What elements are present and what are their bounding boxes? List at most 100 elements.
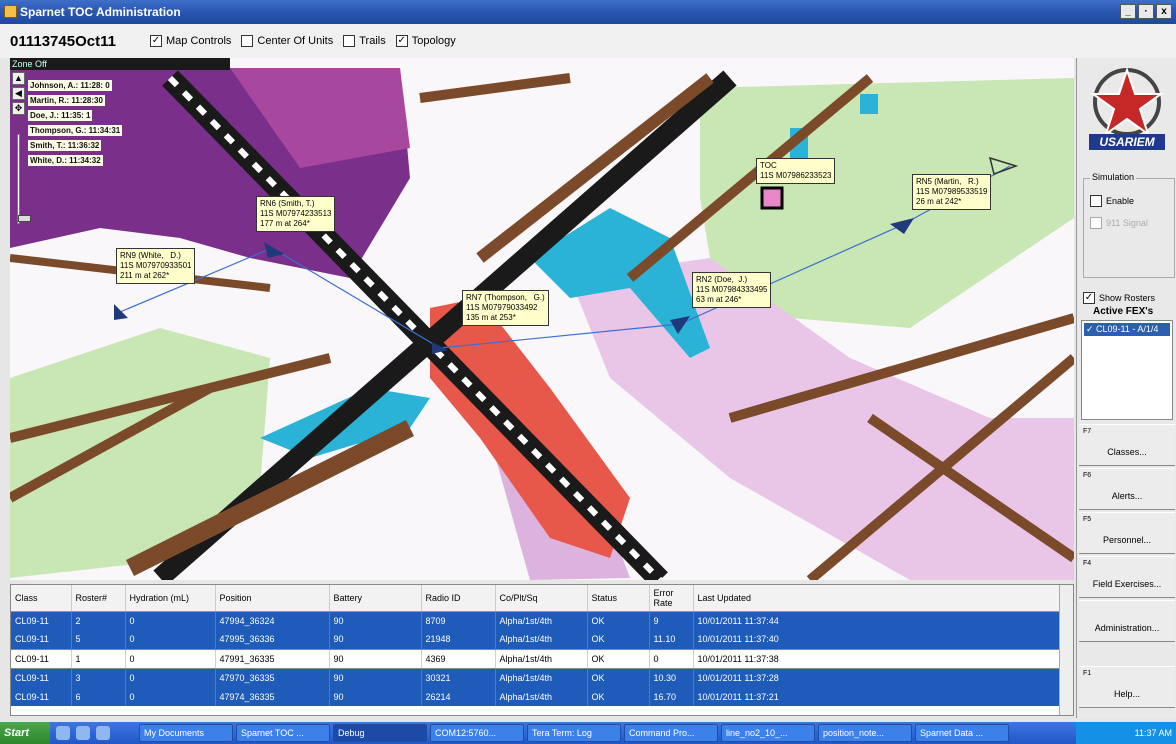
folder-icon[interactable]	[96, 726, 110, 740]
checkbox-box[interactable]	[343, 35, 356, 47]
close-button[interactable]: x	[1156, 4, 1172, 19]
column-header[interactable]: Battery	[329, 585, 422, 612]
roster-entry[interactable]: Doe, J.: 11:35: 1	[28, 110, 93, 121]
button-label: Alerts...	[1111, 491, 1143, 501]
table-cell: 6	[71, 687, 126, 706]
table-row[interactable]: CL09-11 1 0 47991_36335 90 4369 Alpha/1st/4th O…	[11, 648, 1062, 669]
table-cell: CL09-11	[11, 630, 72, 649]
column-header[interactable]: Class	[11, 585, 72, 612]
column-header[interactable]: Last Updated	[693, 585, 1062, 612]
minimize-button[interactable]: _	[1120, 4, 1136, 19]
column-header[interactable]: Status	[587, 585, 650, 612]
table-cell: 0	[125, 648, 216, 669]
task-button[interactable]: Debug	[333, 724, 427, 742]
roster-entry[interactable]: White, D.: 11:34:32	[28, 155, 103, 166]
task-label: COM12:5760...	[435, 728, 497, 738]
field-exercises-button[interactable]: F4 Field Exercises...	[1079, 556, 1175, 598]
table-cell: 11.10	[649, 630, 694, 649]
pan-left-icon[interactable]: ◀	[12, 87, 25, 100]
task-button[interactable]: Command Pro...	[624, 724, 718, 742]
toc-marker[interactable]	[760, 186, 784, 210]
table-cell: 1	[71, 648, 126, 669]
fex-list-item[interactable]: ✓ CL09-11 - A/1/4	[1084, 323, 1170, 336]
tooltip-line: RN7 (Thompson, G.)	[466, 293, 545, 302]
checkbox-box[interactable]	[1090, 195, 1102, 207]
function-key-label: F6	[1083, 472, 1092, 479]
roster-entry[interactable]: Thompson, G.: 11:34:31	[28, 125, 123, 136]
table-row[interactable]: CL09-11 6 0 47974_36335 90 26214 Alpha/1st/4th…	[11, 687, 1062, 706]
firefox-icon[interactable]	[76, 726, 90, 740]
maximize-button[interactable]: ·	[1138, 4, 1154, 19]
column-header[interactable]: Radio ID	[421, 585, 496, 612]
button-label: Personnel...	[1102, 535, 1152, 545]
checkbox-box[interactable]: ✓	[395, 35, 408, 47]
column-header[interactable]: Co/Plt/Sq	[495, 585, 588, 612]
table-row[interactable]: CL09-11 2 0 47994_36324 90 8709 Alpha/1st/4th O…	[11, 611, 1062, 630]
table-cell: 10/01/2011 11:37:28	[693, 668, 1062, 687]
checkbox-box[interactable]: ✓	[150, 35, 162, 47]
show-rosters-checkbox[interactable]: ✓ Show Rosters	[1083, 292, 1155, 304]
task-label: Command Pro...	[629, 728, 695, 738]
road	[419, 73, 571, 103]
checkbox-box[interactable]	[241, 35, 254, 47]
roster-entry[interactable]: Martin, R.: 11:28:30	[28, 95, 105, 106]
table-cell: 0	[649, 648, 694, 669]
table-row[interactable]: CL09-11 5 0 47995_36336 90 21948 Alpha/1st/4th…	[11, 630, 1062, 649]
checkbox-box[interactable]: ✓	[1083, 292, 1095, 304]
table-cell: Alpha/1st/4th	[495, 611, 588, 630]
column-header[interactable]: Position	[215, 585, 330, 612]
checkbox-label: Enable	[1106, 196, 1135, 206]
tooltip-line: RN5 (Martin, R.)	[916, 177, 979, 186]
ie-icon[interactable]	[56, 726, 70, 740]
table-row[interactable]: CL09-11 3 0 47970_36335 90 30321 Alpha/1st/4th…	[11, 668, 1062, 687]
zoom-slider-thumb[interactable]	[18, 215, 31, 222]
active-fex-list[interactable]: ✓ CL09-11 - A/1/4	[1081, 320, 1173, 420]
alerts-button[interactable]: F6 Alerts...	[1079, 468, 1175, 510]
task-button[interactable]: Sparnet TOC ...	[236, 724, 330, 742]
active-fex-title: Active FEX's	[1093, 306, 1154, 317]
task-button[interactable]: position_note...	[818, 724, 912, 742]
center-of-units-checkbox[interactable]: Center Of Units	[241, 35, 333, 47]
pan-all-icon[interactable]: ✥	[12, 102, 25, 115]
tooltip-line: TOC	[760, 161, 777, 170]
task-button[interactable]: Tera Term: Log	[527, 724, 621, 742]
window-controls: _ · x	[1120, 4, 1172, 19]
enable-checkbox[interactable]: Enable	[1090, 195, 1134, 207]
column-header[interactable]: Hydration (mL)	[125, 585, 216, 612]
zoom-slider-track[interactable]	[17, 134, 31, 224]
roster-entry[interactable]: Smith, T.: 11:36:32	[28, 140, 102, 151]
table-cell: 90	[329, 687, 422, 706]
task-button[interactable]: line_no2_10_...	[721, 724, 815, 742]
clock[interactable]: 11:37 AM	[1135, 728, 1172, 738]
toolbar: 01113745Oct11 ✓ Map Controls Center Of Un…	[0, 24, 1176, 58]
column-header[interactable]: Roster#	[71, 585, 126, 612]
tooltip-line: 177 m at 264*	[260, 219, 310, 228]
table-cell: OK	[587, 611, 650, 630]
table-scrollbar[interactable]	[1059, 585, 1073, 715]
pan-up-icon[interactable]: ▲	[12, 72, 25, 85]
task-label: position_note...	[823, 728, 885, 738]
topology-checkbox[interactable]: ✓ Topology	[395, 35, 456, 47]
map-controls-checkbox[interactable]: ✓ Map Controls	[150, 35, 231, 47]
task-label: My Documents	[144, 728, 205, 738]
trails-checkbox[interactable]: Trails	[343, 35, 386, 47]
table-cell: 26214	[421, 687, 496, 706]
roster-table[interactable]: Class Roster# Hydration (mL) Position Ba…	[10, 584, 1074, 716]
table-cell: 10/01/2011 11:37:44	[693, 611, 1062, 630]
task-button[interactable]: COM12:5760...	[430, 724, 524, 742]
column-header[interactable]: Error Rate	[649, 585, 694, 612]
tooltip-line: 11S M07979033492	[466, 303, 538, 312]
task-button[interactable]: Sparnet Data ...	[915, 724, 1009, 742]
table-cell: CL09-11	[11, 668, 72, 687]
classes-button[interactable]: F7 Classes...	[1079, 424, 1175, 466]
help-button[interactable]: F1 Help...	[1079, 666, 1175, 708]
map-view[interactable]: Zone Off ▲ ◀ ✥ Johnson, A.: 11:28: 0 Mar…	[10, 58, 1074, 580]
roster-entry[interactable]: Johnson, A.: 11:28: 0	[28, 80, 112, 91]
unit-marker-rn9[interactable]	[114, 304, 128, 320]
quick-launch	[50, 726, 136, 740]
table-cell: 47974_36335	[215, 687, 330, 706]
administration-button[interactable]: Administration...	[1079, 600, 1175, 642]
personnel-button[interactable]: F5 Personnel...	[1079, 512, 1175, 554]
task-button[interactable]: My Documents	[139, 724, 233, 742]
start-button[interactable]: Start	[0, 722, 50, 744]
